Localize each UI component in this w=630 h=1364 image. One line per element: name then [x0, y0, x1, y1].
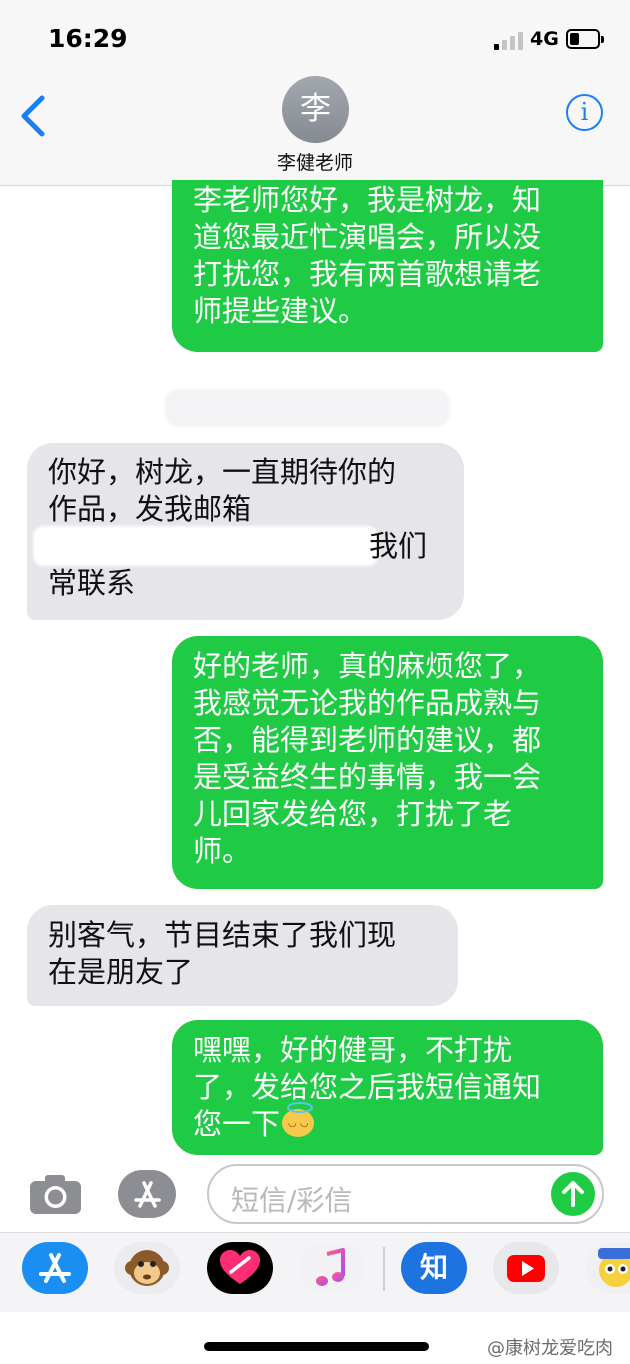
- message-line: 常联系: [48, 566, 136, 600]
- imessage-app-strip: 知: [0, 1232, 630, 1312]
- message-line: 儿回家发给您，打扰了老: [193, 797, 513, 831]
- back-button[interactable]: [18, 94, 48, 138]
- app-store-app-button[interactable]: [22, 1242, 88, 1294]
- info-icon: i: [580, 98, 589, 126]
- message-line: 你好，树龙，一直期待你的: [48, 455, 397, 489]
- monkey-icon: [125, 1250, 169, 1286]
- received-message-bubble[interactable]: 别客气，节目结束了我们现 在是朋友了: [27, 905, 458, 1006]
- music-note-icon: [316, 1248, 345, 1286]
- digital-touch-app-button[interactable]: [207, 1242, 273, 1294]
- app-strip-divider: [383, 1247, 385, 1291]
- sticker-app-button[interactable]: [586, 1242, 630, 1294]
- status-bar: 16:29 4G: [0, 0, 630, 72]
- zhihu-app-button[interactable]: 知: [401, 1242, 467, 1294]
- message-line: 师提些建议。: [193, 294, 368, 328]
- compose-bar: 短信/彩信: [0, 1160, 630, 1232]
- message-line: 是受益终生的事情，我一会: [193, 760, 542, 794]
- message-line: 李老师您好，我是树龙，知: [193, 183, 542, 217]
- battery-icon: [566, 29, 604, 49]
- message-line-redacted: 我们: [33, 526, 440, 566]
- app-store-icon: [134, 1181, 161, 1208]
- camera-icon: [30, 1175, 81, 1214]
- redaction-mark: [165, 389, 450, 427]
- message-line: 您一下: [193, 1107, 281, 1141]
- sent-message-bubble[interactable]: 嘿嘿，好的健哥，不打扰 了，发给您之后我短信通知 您一下: [172, 1020, 603, 1155]
- contact-avatar[interactable]: 李: [282, 76, 349, 143]
- music-app-button[interactable]: [299, 1242, 365, 1294]
- animoji-app-button[interactable]: [114, 1242, 180, 1294]
- cartoon-sticker-icon: [598, 1248, 630, 1287]
- home-indicator[interactable]: [204, 1342, 429, 1351]
- message-line: 作品，发我邮箱: [48, 492, 252, 526]
- sent-message-bubble[interactable]: 好的老师，真的麻烦您了， 我感觉无论我的作品成熟与 否，能得到老师的建议，都 是…: [172, 636, 603, 889]
- contact-name[interactable]: 李健老师: [0, 148, 630, 175]
- youtube-icon: [507, 1255, 545, 1282]
- send-button[interactable]: [551, 1172, 595, 1216]
- message-line: 在是朋友了: [48, 955, 194, 989]
- camera-button[interactable]: [28, 1172, 83, 1216]
- youtube-app-button[interactable]: [493, 1242, 559, 1294]
- received-message-bubble[interactable]: 你好，树龙，一直期待你的 作品，发我邮箱 我们 常联系: [27, 443, 464, 620]
- message-input-placeholder: 短信/彩信: [231, 1184, 353, 1217]
- messages-screen: 16:29 4G 李 李健老师 i 李老师您好，我是树龙，知 道您最近忙演唱会，…: [0, 0, 630, 1364]
- message-line: 打扰您，我有两首歌想请老: [193, 257, 542, 291]
- sent-message-bubble[interactable]: 李老师您好，我是树龙，知 道您最近忙演唱会，所以没 打扰您，我有两首歌想请老 师…: [172, 180, 603, 352]
- app-store-icon: [39, 1253, 71, 1283]
- message-line: 否，能得到老师的建议，都: [193, 723, 542, 757]
- message-line: 道您最近忙演唱会，所以没: [193, 220, 542, 254]
- weibo-watermark: @康树龙爱吃肉: [487, 1338, 613, 1359]
- message-line: 了，发给您之后我短信通知: [193, 1070, 542, 1104]
- network-type: 4G: [530, 28, 559, 50]
- message-line: 别客气，节目结束了我们现: [48, 918, 397, 952]
- signal-strength-icon: [494, 30, 524, 50]
- conversation-header: 李 李健老师 i: [0, 72, 630, 186]
- message-line: 师。: [193, 834, 252, 868]
- message-input[interactable]: 短信/彩信: [207, 1164, 604, 1224]
- smiling-halo-emoji-icon: [282, 1102, 315, 1142]
- redaction-mark: [33, 526, 378, 566]
- chevron-left-icon: [21, 95, 45, 137]
- app-store-drawer-button[interactable]: [118, 1170, 176, 1218]
- heart-icon: [220, 1250, 260, 1284]
- status-time: 16:29: [48, 24, 128, 53]
- message-line: 我们: [369, 529, 428, 563]
- arrow-up-icon: [562, 1181, 584, 1207]
- message-line: 嘿嘿，好的健哥，不打扰: [193, 1033, 513, 1067]
- bottom-area: @康树龙爱吃肉: [0, 1312, 630, 1364]
- info-button[interactable]: i: [566, 94, 603, 131]
- message-line: 我感觉无论我的作品成熟与: [193, 686, 542, 720]
- message-line: 好的老师，真的麻烦您了，: [193, 649, 542, 683]
